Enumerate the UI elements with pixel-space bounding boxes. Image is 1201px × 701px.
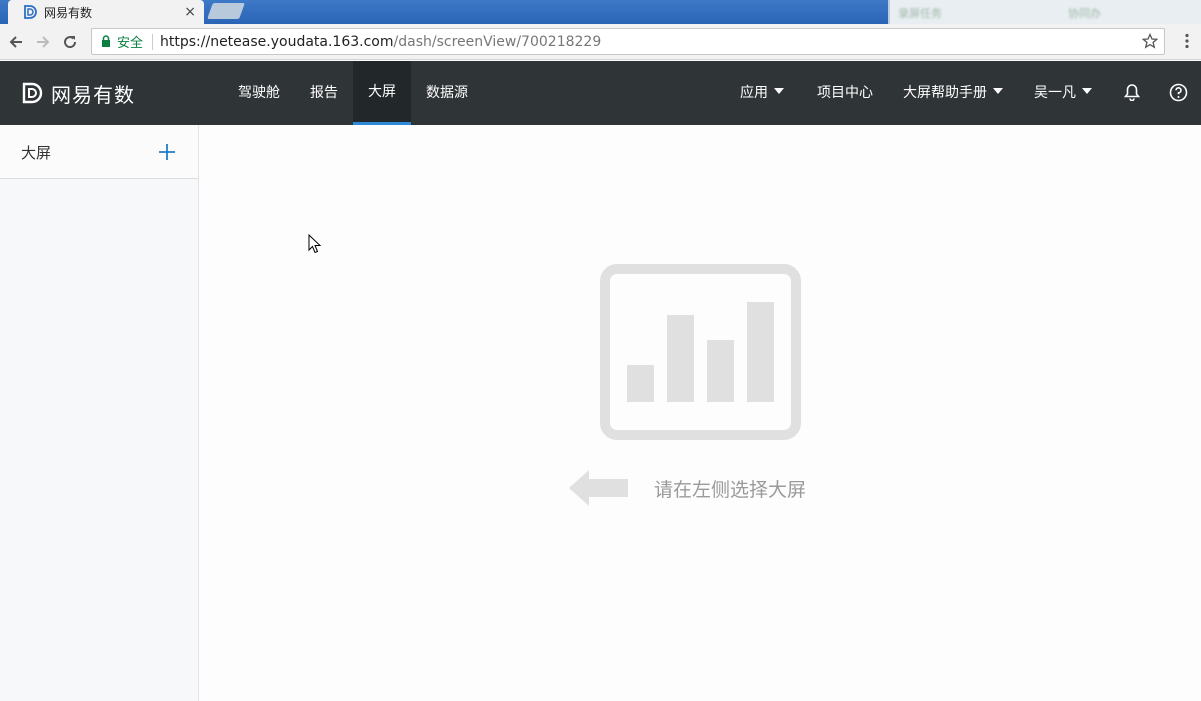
main-content: 请在左侧选择大屏 <box>200 125 1201 701</box>
secure-label: 安全 <box>117 36 144 51</box>
caret-down-icon <box>993 88 1003 94</box>
nav-label: 报告 <box>310 85 338 101</box>
plus-icon[interactable] <box>158 143 176 165</box>
nav-cockpit[interactable]: 驾驶舱 <box>237 61 281 125</box>
tab-close-icon[interactable]: × <box>184 4 196 20</box>
address-bar[interactable]: 安全 https://netease.youdata.163.com /dash… <box>91 28 1165 55</box>
nav-datasource[interactable]: 数据源 <box>425 61 469 125</box>
sidebar: 大屏 <box>0 125 199 701</box>
empty-state-text: 请在左侧选择大屏 <box>654 479 807 501</box>
nav-label: 大屏 <box>368 84 396 100</box>
nav-label: 项目中心 <box>817 85 873 101</box>
nav-label: 大屏帮助手册 <box>903 85 987 101</box>
url-path: /dash/screenView/700218229 <box>393 33 602 50</box>
back-icon[interactable] <box>5 31 27 53</box>
help-icon[interactable] <box>1169 83 1188 106</box>
sidebar-header: 大屏 <box>0 125 198 179</box>
nav-label: 应用 <box>740 85 768 101</box>
taskbar-item: 协同办 <box>1068 7 1101 20</box>
browser-tab[interactable]: 网易有数 × <box>8 0 204 24</box>
browser-menu-icon[interactable] <box>1185 33 1189 53</box>
arrow-left-icon <box>569 470 628 506</box>
mouse-cursor-icon <box>308 234 322 254</box>
nav-label: 驾驶舱 <box>238 85 280 101</box>
brand-name: 网易有数 <box>51 82 135 107</box>
taskbar-item: 录屏任务 <box>898 7 942 20</box>
brand-logo[interactable]: 网易有数 <box>22 61 135 125</box>
reload-icon[interactable] <box>59 31 81 53</box>
new-tab-button[interactable] <box>207 3 245 19</box>
url-host: https://netease.youdata.163.com <box>160 33 394 50</box>
lock-icon <box>101 32 111 51</box>
omnibox-divider <box>152 33 154 50</box>
sidebar-title: 大屏 <box>21 144 52 162</box>
caret-down-icon <box>1082 88 1092 94</box>
browser-tab-strip: 网易有数 × 录屏任务 协同办 <box>0 0 1201 24</box>
nav-help-manual-dropdown[interactable]: 大屏帮助手册 <box>903 61 1003 125</box>
nav-report[interactable]: 报告 <box>309 61 339 125</box>
caret-down-icon <box>774 88 784 94</box>
nav-big-screen[interactable]: 大屏 <box>353 61 411 125</box>
user-name: 吴一凡 <box>1034 85 1076 101</box>
taskbar-area: 录屏任务 协同办 <box>888 0 1201 24</box>
youdata-favicon-icon <box>22 4 38 20</box>
user-menu-dropdown[interactable]: 吴一凡 <box>1034 61 1092 125</box>
nav-project-center[interactable]: 项目中心 <box>817 61 873 125</box>
nav-apps-dropdown[interactable]: 应用 <box>740 61 784 125</box>
tab-title: 网易有数 <box>44 5 93 20</box>
bookmark-star-icon[interactable] <box>1141 32 1159 53</box>
app-header: 网易有数 驾驶舱 报告 大屏 数据源 应用 项目中心 大屏帮助手册 吴一凡 <box>0 61 1201 125</box>
forward-icon[interactable] <box>32 31 54 53</box>
youdata-logo-icon <box>22 82 43 104</box>
bar-chart-icon <box>600 264 801 440</box>
browser-toolbar: 安全 https://netease.youdata.163.com /dash… <box>0 24 1201 60</box>
bell-icon[interactable] <box>1123 83 1141 105</box>
nav-label: 数据源 <box>426 85 468 101</box>
